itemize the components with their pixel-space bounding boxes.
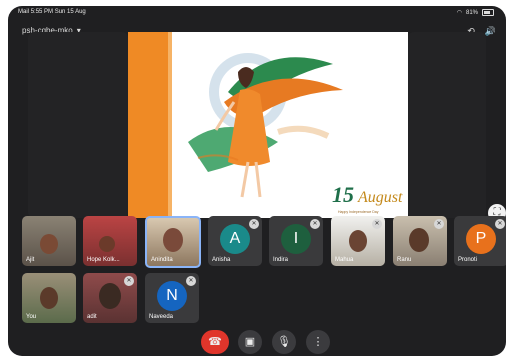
participant-tile[interactable]: Ajit — [22, 216, 76, 266]
participant-tile[interactable]: N ✕ Naveeda — [145, 273, 199, 323]
date-month: August — [358, 189, 403, 206]
tagline-text: Happy Independence Day — [338, 210, 379, 214]
participant-tile[interactable]: ✕ Ranu — [393, 216, 447, 266]
participant-video — [409, 228, 429, 252]
time-text: 5:55 PM — [30, 9, 54, 15]
participant-avatar: N — [157, 281, 187, 311]
date-number: 15 — [332, 182, 354, 207]
mic-off-icon: ✕ — [434, 219, 444, 229]
participant-avatar: A — [220, 224, 250, 254]
shared-presentation[interactable]: 15 August Happy Independence Day — [128, 32, 408, 218]
participant-avatar: P — [466, 224, 496, 254]
participant-name: Anindita — [151, 257, 173, 263]
stage-left-area — [28, 32, 128, 218]
participant-tile[interactable]: A ✕ Anisha — [208, 216, 262, 266]
participant-tile[interactable]: Hope Kolk... — [83, 216, 137, 266]
status-bar: Mail 5:55 PM Sun 15 Aug ◠ 81% — [8, 6, 506, 20]
participant-video — [40, 234, 58, 254]
participant-name: Indira — [273, 257, 289, 263]
participant-video — [163, 228, 183, 252]
date-heading: 15 August — [332, 182, 402, 208]
participant-tile[interactable]: I ✕ Indira — [269, 216, 323, 266]
stage-right-area — [408, 32, 486, 218]
end-call-button[interactable]: ☎ — [201, 330, 229, 354]
app-window: Mail 5:55 PM Sun 15 Aug ◠ 81% psh-cqbe-m… — [8, 6, 506, 356]
date-text: Sun 15 Aug — [54, 9, 86, 15]
mic-off-icon: ✕ — [372, 219, 382, 229]
participant-name: You — [26, 314, 37, 320]
mic-off-icon: ✕ — [124, 276, 134, 286]
participant-avatar: I — [281, 224, 311, 254]
camera-icon: ▣ — [244, 336, 256, 348]
participant-tile-self[interactable]: You — [22, 273, 76, 323]
participant-tile[interactable]: P ✕ Pronoti — [454, 216, 506, 266]
more-options-icon: ⋮ — [312, 336, 324, 348]
end-call-icon: ☎ — [208, 336, 222, 348]
participant-name: adit — [87, 314, 97, 320]
call-controls: ☎ ▣ 🎙 ⋮ — [8, 330, 506, 354]
status-right: ◠ 81% — [457, 9, 494, 16]
participant-name: Anisha — [212, 257, 231, 263]
microphone-button[interactable]: 🎙 — [272, 330, 296, 354]
microphone-icon: 🎙 — [277, 336, 291, 348]
top-bar: psh-cqbe-mko ▾ ⟲ 🔊 15 August Happy Indep… — [8, 20, 506, 222]
mic-off-icon: ✕ — [186, 276, 196, 286]
participant-name: Hope Kolk... — [87, 257, 120, 263]
participant-name: Pronoti — [458, 257, 478, 263]
battery-percent: 81% — [465, 9, 478, 16]
more-options-button[interactable]: ⋮ — [306, 330, 330, 354]
participant-tile[interactable]: ✕ Mahua — [331, 216, 385, 266]
participant-name: Naveeda — [149, 314, 174, 320]
participant-name: Mahua — [335, 257, 354, 263]
participant-video — [349, 230, 367, 252]
wifi-icon: ◠ — [456, 10, 462, 16]
speaker-icon[interactable]: 🔊 — [485, 26, 496, 37]
mic-off-icon: ✕ — [310, 219, 320, 229]
participant-name: Ajit — [26, 257, 35, 263]
participant-name: Ranu — [397, 257, 412, 263]
participant-tile[interactable]: ✕ adit — [83, 273, 137, 323]
status-left: Mail 5:55 PM Sun 15 Aug — [18, 9, 86, 15]
battery-icon — [482, 9, 494, 16]
participant-video — [99, 283, 121, 309]
mic-off-icon: ✕ — [249, 219, 259, 229]
participant-tile-active[interactable]: Anindita — [145, 216, 201, 268]
carrier-text: Mail — [18, 9, 30, 15]
camera-button[interactable]: ▣ — [238, 330, 262, 354]
participant-video — [99, 236, 115, 252]
mic-off-icon: ✕ — [495, 219, 505, 229]
participant-video — [40, 287, 58, 309]
